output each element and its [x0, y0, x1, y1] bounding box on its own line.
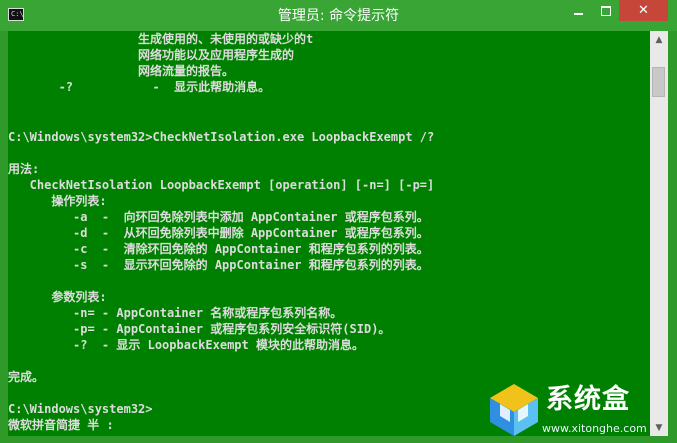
console-line: 完成。	[8, 370, 45, 384]
close-button[interactable]: ✕	[619, 0, 668, 21]
window-right-border	[668, 31, 677, 443]
console-line: -? - 显示 LoopbackExempt 模块的此帮助消息。	[8, 338, 364, 352]
console-line: 参数列表:	[8, 290, 107, 304]
ime-status: 微软拼音简捷 半 :	[8, 418, 114, 432]
maximize-icon	[600, 5, 611, 16]
console-line: -n= - AppContainer 名称或程序包系列名称。	[8, 306, 343, 320]
cube-logo-icon	[490, 384, 538, 436]
console-line: 操作列表:	[8, 194, 107, 208]
console-line: 网络功能以及应用程序生成的	[8, 48, 295, 62]
console-line: -p= - AppContainer 或程序包系列安全标识符(SID)。	[8, 322, 391, 336]
console-line: -c - 清除环回免除的 AppContainer 和程序包系列的列表。	[8, 242, 429, 256]
console-line: 网络流量的报告。	[8, 64, 235, 78]
console-line: -s - 显示环回免除的 AppContainer 和程序包系列的列表。	[8, 258, 429, 272]
vertical-scrollbar[interactable]: ▲ ▼	[650, 31, 668, 436]
console-line: -a - 向环回免除列表中添加 AppContainer 或程序包系列。	[8, 210, 429, 224]
console-line: CheckNetIsolation LoopbackExempt [operat…	[8, 178, 435, 192]
console-prompt: C:\Windows\system32>	[8, 402, 153, 416]
title-bar[interactable]: C:\ 管理员: 命令提示符 ✕	[0, 0, 677, 31]
scroll-up-arrow-icon[interactable]: ▲	[650, 31, 668, 48]
maximize-button[interactable]	[592, 0, 619, 21]
console-line: -d - 从环回免除列表中删除 AppContainer 或程序包系列。	[8, 226, 429, 240]
console-line: -? - 显示此帮助消息。	[8, 80, 271, 94]
watermark-name: 系统盒	[546, 384, 630, 415]
console-output[interactable]: 生成使用的、未使用的或缺少的t 网络功能以及应用程序生成的 网络流量的报告。 -…	[8, 31, 650, 436]
minimize-icon	[574, 12, 583, 15]
watermark-url: www.xitonghe.com	[542, 422, 647, 435]
watermark-logo: 系统盒 www.xitonghe.com	[486, 382, 666, 440]
console-line: 生成使用的、未使用的或缺少的t	[8, 32, 314, 46]
minimize-button[interactable]	[565, 0, 592, 21]
scroll-thumb[interactable]	[652, 67, 665, 97]
console-command-line: C:\Windows\system32>CheckNetIsolation.ex…	[8, 130, 435, 144]
console-line: 用法:	[8, 162, 40, 176]
window-left-border	[0, 31, 8, 443]
